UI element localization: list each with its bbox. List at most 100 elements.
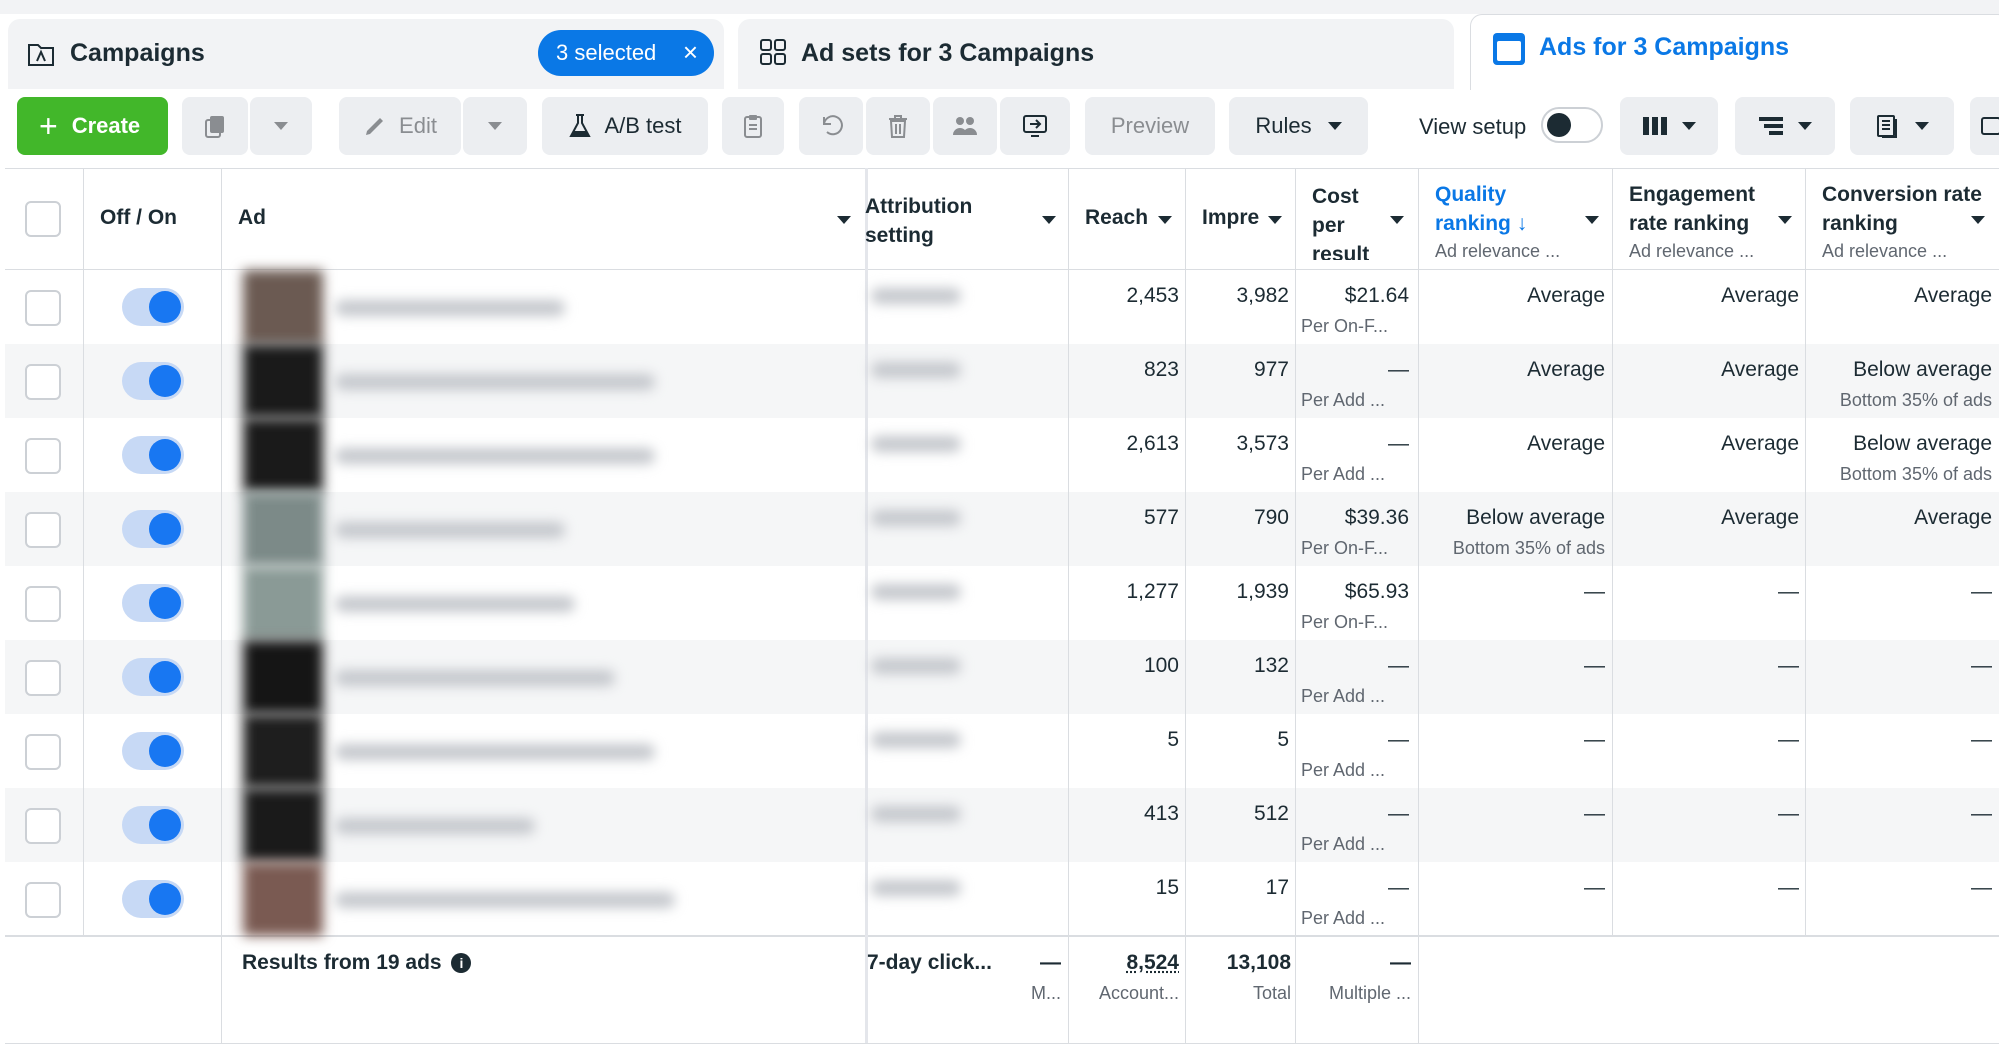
quality-ranking-cell: Average [1425,432,1605,456]
table-bottom-border [5,1043,1999,1044]
columns-button[interactable] [1620,97,1718,155]
header-engagement-rate-ranking[interactable]: Engagement rate ranking Ad relevance ... [1629,180,1789,281]
toggle-knob [149,809,181,841]
ad-name-redacted[interactable] [335,522,565,538]
ad-thumbnail[interactable] [243,714,323,788]
ad-thumbnail[interactable] [243,566,323,640]
ad-on-off-toggle[interactable] [122,362,184,400]
toggle-knob [149,291,181,323]
cost-value: $21.64 [1345,284,1409,307]
breakdown-button[interactable] [1735,97,1835,155]
col-divider [83,168,84,935]
edit-button[interactable]: Edit [339,97,461,155]
more-toolbar-button[interactable] [1970,97,1999,155]
ad-on-off-toggle[interactable] [122,510,184,548]
chevron-down-icon[interactable] [1971,216,1985,224]
header-cost-per-result[interactable]: Cost per result [1312,182,1372,260]
duplicate-dropdown-button[interactable] [250,97,312,155]
ad-thumbnail[interactable] [243,344,323,418]
header-attribution-setting[interactable]: Attribution setting [865,192,985,293]
row-checkbox[interactable] [25,586,61,622]
quality-value: Below average [1466,506,1605,529]
trash-icon [886,113,910,139]
header-quality-ranking[interactable]: Quality ranking ↓ Ad relevance ... [1435,180,1595,281]
ad-thumbnail[interactable] [243,862,323,936]
preview-button[interactable]: Preview [1085,97,1215,155]
ad-on-off-toggle[interactable] [122,436,184,474]
toolbar: + Create Edit A/B test Preview Rules Vie [0,90,1999,168]
conversion-value: Average [1914,284,1992,307]
ad-on-off-toggle[interactable] [122,288,184,326]
edit-dropdown-button[interactable] [463,97,527,155]
chevron-down-icon[interactable] [1778,216,1792,224]
attribution-redacted [871,880,961,896]
chevron-down-icon[interactable] [837,216,851,224]
row-checkbox[interactable] [25,438,61,474]
tab-campaigns[interactable]: Campaigns 3 selected × [8,19,724,89]
grid-icon [758,37,788,72]
select-all-checkbox[interactable] [25,201,61,237]
quality-ranking-cell: — [1425,580,1605,604]
audience-button[interactable] [933,97,997,155]
footer-reach-value[interactable]: 8,524 [1126,951,1179,974]
conversion-value: — [1971,654,1992,677]
chevron-down-icon[interactable] [1585,216,1599,224]
info-icon[interactable]: i [451,953,471,973]
row-checkbox[interactable] [25,734,61,770]
ad-thumbnail[interactable] [243,492,323,566]
conversion-ranking-cell: Below average Bottom 35% of ads [1812,358,1992,411]
ad-name-redacted[interactable] [335,374,655,390]
ad-name-redacted[interactable] [335,448,655,464]
selected-count-pill[interactable]: 3 selected × [538,30,714,76]
ad-name-redacted[interactable] [335,596,575,612]
ad-thumbnail[interactable] [243,788,323,862]
tab-ad-sets[interactable]: Ad sets for 3 Campaigns [738,19,1454,89]
ad-on-off-toggle[interactable] [122,806,184,844]
chevron-down-icon[interactable] [1268,216,1282,224]
rules-button[interactable]: Rules [1229,97,1368,155]
ad-name-redacted[interactable] [335,670,615,686]
ab-test-button[interactable]: A/B test [542,97,708,155]
duplicate-button[interactable] [182,97,248,155]
row-checkbox[interactable] [25,660,61,696]
engagement-ranking-cell: Average [1619,284,1799,308]
row-checkbox[interactable] [25,808,61,844]
chevron-down-icon[interactable] [1042,216,1056,224]
create-button[interactable]: + Create [17,97,168,155]
ad-thumbnail[interactable] [243,418,323,492]
ad-thumbnail[interactable] [243,270,323,344]
header-conversion-rate-ranking[interactable]: Conversion rate ranking Ad relevance ... [1822,180,1982,281]
row-checkbox[interactable] [25,364,61,400]
ad-thumbnail[interactable] [243,640,323,714]
quality-value: — [1584,728,1605,751]
row-checkbox[interactable] [25,512,61,548]
delete-button[interactable] [866,97,930,155]
clear-selection-icon[interactable]: × [683,39,698,65]
clipboard-button[interactable] [722,97,784,155]
ad-name-redacted[interactable] [335,300,565,316]
ad-name-redacted[interactable] [335,818,535,834]
ad-on-off-toggle[interactable] [122,880,184,918]
chevron-down-icon[interactable] [1158,216,1172,224]
conversion-value: — [1971,580,1992,603]
undo-button[interactable] [799,97,863,155]
reports-button[interactable] [1850,97,1954,155]
ad-on-off-toggle[interactable] [122,732,184,770]
col-divider [221,168,222,1043]
tab-ads[interactable]: Ads for 3 Campaigns [1470,14,1999,90]
cost-value: — [1388,802,1409,825]
ad-name-redacted[interactable] [335,744,655,760]
conversion-ranking-cell: Average [1812,284,1992,308]
cost-type: Per Add ... [1301,390,1409,411]
chevron-down-icon[interactable] [1390,216,1404,224]
row-checkbox[interactable] [25,882,61,918]
cost-value: — [1388,432,1409,455]
export-button[interactable] [1000,97,1070,155]
ad-on-off-toggle[interactable] [122,658,184,696]
row-checkbox[interactable] [25,290,61,326]
ad-on-off-toggle[interactable] [122,584,184,622]
view-setup-toggle[interactable] [1541,107,1603,143]
ad-name-redacted[interactable] [335,892,675,908]
attribution-redacted [871,584,961,600]
impressions-cell: 512 [1191,802,1289,826]
